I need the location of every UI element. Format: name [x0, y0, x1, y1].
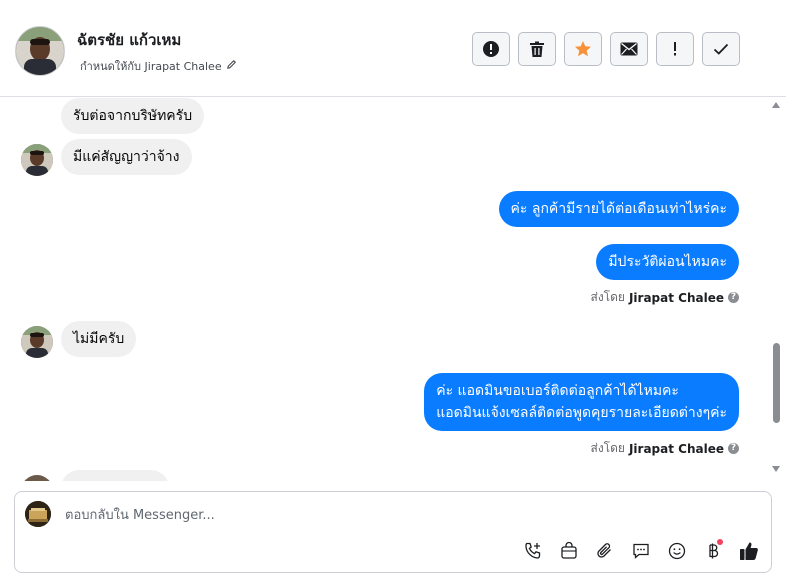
like-button[interactable]: [736, 539, 762, 563]
composer-toolbar: [520, 539, 762, 563]
star-button[interactable]: [564, 32, 602, 66]
help-icon[interactable]: ?: [728, 292, 739, 303]
trash-icon: [530, 41, 544, 57]
assigned-label: กำหนดให้กับ Jirapat Chalee: [80, 60, 222, 73]
emoji-button[interactable]: [664, 539, 690, 563]
page-logo: [25, 501, 51, 527]
mark-unread-button[interactable]: [610, 32, 648, 66]
message-bubble-incoming: ไม่มีครับ: [61, 321, 137, 357]
mark-spam-button[interactable]: [472, 32, 510, 66]
reply-composer: [14, 491, 772, 573]
attach-button[interactable]: [592, 539, 618, 563]
thread-scrollbar[interactable]: [770, 97, 784, 481]
message-thread[interactable]: รับต่อจากบริษัทครับ มีแค่สัญญาว่าจ้าง ค่…: [0, 97, 786, 481]
pencil-icon[interactable]: [226, 59, 237, 73]
delete-button[interactable]: [518, 32, 556, 66]
contact-avatar-small[interactable]: [21, 475, 53, 481]
message-bubble-outgoing: ค่ะ แอดมินขอเบอร์ติดต่อลูกค้าได้ไหมคะ แอ…: [424, 373, 739, 431]
scroll-up-arrow-icon[interactable]: [772, 102, 780, 108]
sent-by-prefix: ส่งโดย: [590, 290, 625, 304]
contact-avatar[interactable]: [15, 26, 65, 76]
shopping-bag-icon: [561, 541, 577, 559]
message-line: แอดมินแจ้งเซลล์ติดต่อพูดคุยรายละเอียดต่า…: [436, 405, 727, 421]
chat-bubble-icon: [633, 543, 649, 559]
assignment-line[interactable]: กำหนดให้กับ Jirapat Chalee: [80, 57, 237, 75]
sender-name: Jirapat Chalee: [628, 290, 724, 305]
contact-photo: [21, 326, 53, 358]
message-bubble-outgoing: มีประวัติผ่อนไหมคะ: [596, 244, 739, 280]
paperclip-icon: [597, 543, 611, 558]
help-icon[interactable]: ?: [728, 443, 739, 454]
smiley-icon: [668, 542, 686, 560]
alert-circle-icon: [483, 41, 499, 57]
exclamation-icon: [674, 42, 676, 56]
notification-dot: [717, 539, 723, 545]
message-bubble-outgoing: ค่ะ ลูกค้ามีรายได้ต่อเดือนเท่าไหร่คะ: [498, 191, 739, 227]
message-line: ค่ะ แอดมินขอเบอร์ติดต่อลูกค้าได้ไหมคะ: [436, 383, 679, 399]
sent-by-label: ส่งโดย Jirapat Chalee ?: [590, 439, 739, 458]
star-icon: [575, 41, 591, 57]
message-bubble-incoming: รับต่อจากบริษัทครับ: [61, 98, 205, 134]
contact-avatar-small[interactable]: [21, 326, 53, 358]
scroll-down-arrow-icon[interactable]: [772, 466, 780, 472]
conversation-header: ฉัตรชัย แก้วเหม กำหนดให้กับ Jirapat Chal…: [0, 0, 786, 97]
follow-up-button[interactable]: [656, 32, 694, 66]
reply-input[interactable]: [63, 502, 707, 528]
shop-button[interactable]: [556, 539, 582, 563]
scrollbar-thumb[interactable]: [773, 343, 780, 423]
message-bubble-incoming-partial: [61, 470, 169, 481]
sent-by-prefix: ส่งโดย: [590, 441, 625, 455]
saved-replies-button[interactable]: [628, 539, 654, 563]
checkmark-icon: [713, 43, 729, 55]
contact-avatar-small[interactable]: [21, 144, 53, 176]
call-button[interactable]: [520, 539, 546, 563]
thumbs-up-icon: [740, 542, 758, 560]
sent-by-label: ส่งโดย Jirapat Chalee ?: [590, 288, 739, 307]
contact-photo: [21, 144, 53, 176]
contact-name[interactable]: ฉัตรชัย แก้วเหม: [77, 28, 181, 52]
message-bubble-incoming: มีแค่สัญญาว่าจ้าง: [61, 139, 192, 175]
conversation-toolbar: [472, 32, 740, 66]
mark-done-button[interactable]: [702, 32, 740, 66]
payment-button[interactable]: [700, 539, 726, 563]
page-avatar: [25, 501, 51, 527]
phone-plus-icon: [525, 542, 541, 559]
envelope-icon: [620, 42, 638, 56]
contact-photo: [16, 27, 64, 75]
sender-name: Jirapat Chalee: [628, 441, 724, 456]
